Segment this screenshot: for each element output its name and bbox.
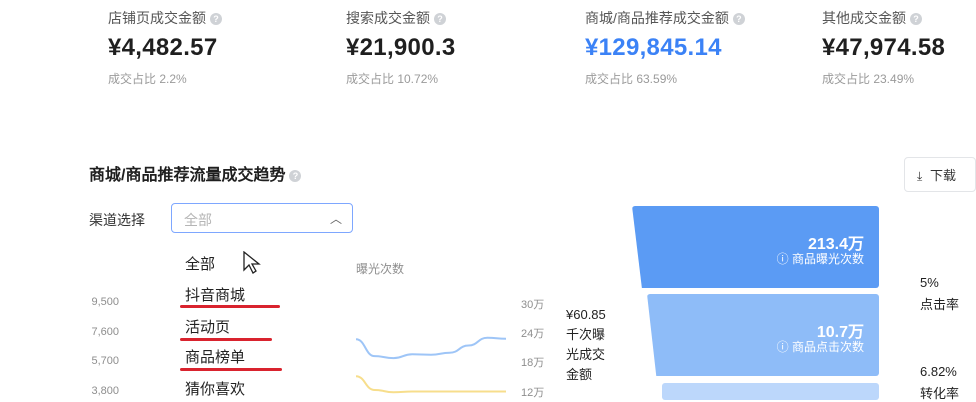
metric-label: 千次曝光成交金额 — [566, 327, 606, 382]
stat-label: 搜索成交金额 — [346, 10, 430, 26]
stat-card-store: 店铺页成交金额? ¥4,482.57 成交占比 2.2% — [108, 8, 222, 87]
funnel-stage-exposure[interactable]: 213.4万 ⓘ 商品曝光次数 — [632, 206, 879, 288]
y-tick-right: 18万 — [521, 357, 545, 369]
funnel-stage-click[interactable]: 10.7万 ⓘ 商品点击次数 — [647, 294, 879, 376]
metric-value: ¥60.85 — [566, 307, 606, 322]
trend-chart — [355, 336, 507, 394]
y-tick-left: 7,600 — [91, 326, 119, 338]
stat-label: 店铺页成交金额 — [108, 10, 206, 26]
stat-share: 成交占比 63.59% — [585, 72, 678, 86]
stat-value: ¥129,845.14 — [585, 34, 722, 61]
dropdown-option[interactable]: 猜你喜欢 — [185, 378, 245, 399]
download-icon: ⤓ — [917, 169, 923, 183]
rate-label: 点击率 — [920, 297, 960, 312]
channel-select-placeholder: 全部 — [184, 212, 212, 228]
dropdown-option[interactable]: 全部 — [185, 253, 215, 274]
dropdown-option[interactable]: 活动页 — [185, 316, 230, 337]
annotation-underline — [180, 338, 272, 341]
info-icon: ⓘ — [776, 340, 792, 354]
y-tick-left: 9,500 — [91, 296, 119, 308]
rate-label: 转化率 — [920, 386, 960, 401]
info-icon: ⓘ — [776, 252, 792, 266]
dropdown-option[interactable]: 商品榜单 — [185, 346, 245, 367]
help-icon[interactable]: ? — [210, 13, 222, 26]
stat-value: ¥4,482.57 — [108, 34, 218, 61]
funnel-stage-next — [662, 383, 879, 400]
stat-share: 成交占比 23.49% — [822, 72, 915, 86]
help-icon[interactable]: ? — [910, 13, 922, 26]
section-title: 商城/商品推荐流量成交趋势 — [89, 167, 286, 184]
line-series-exposure — [355, 336, 507, 360]
section-header: 商城/商品推荐流量成交趋势? — [89, 161, 302, 185]
stat-card-search: 搜索成交金额? ¥21,900.3 成交占比 10.72% — [346, 8, 455, 87]
rate-value: 5% — [920, 275, 939, 290]
dropdown-option[interactable]: 抖音商城 — [185, 284, 245, 305]
y-tick-left: 3,800 — [91, 385, 119, 397]
channel-label: 渠道选择 — [89, 212, 145, 228]
help-icon[interactable]: ? — [732, 13, 745, 26]
funnel-label: ⓘ 商品曝光次数 — [776, 252, 864, 266]
stat-card-other: 其他成交金额? ¥47,974.58 成交占比 23.49% — [822, 8, 945, 87]
help-icon[interactable]: ? — [289, 169, 302, 182]
series-label: 曝光次数 — [356, 262, 405, 276]
y-tick-left: 5,700 — [91, 355, 119, 367]
stat-value: ¥21,900.3 — [346, 34, 456, 61]
channel-select[interactable]: 全部 ︿ — [171, 203, 353, 233]
line-series-secondary — [355, 375, 507, 394]
y-tick-right: 12万 — [521, 387, 545, 399]
annotation-underline — [180, 368, 282, 371]
download-button[interactable]: ⤓ 下载 — [904, 157, 976, 192]
mouse-cursor-icon — [243, 251, 261, 274]
stat-value: ¥47,974.58 — [822, 34, 946, 61]
annotation-underline — [180, 305, 280, 308]
stat-card-mall: 商城/商品推荐成交金额? ¥129,845.14 成交占比 63.59% — [585, 8, 745, 87]
stat-share: 成交占比 10.72% — [346, 72, 439, 86]
rate-value: 6.82% — [920, 364, 957, 379]
funnel-label: ⓘ 商品点击次数 — [776, 340, 864, 354]
stat-label: 其他成交金额 — [822, 10, 906, 26]
y-tick-right: 30万 — [521, 299, 545, 311]
y-tick-right: 24万 — [521, 328, 545, 340]
chevron-up-icon: ︿ — [329, 212, 342, 226]
stat-share: 成交占比 2.2% — [108, 72, 187, 86]
download-label: 下载 — [929, 168, 956, 183]
stat-label: 商城/商品推荐成交金额 — [585, 10, 729, 26]
help-icon[interactable]: ? — [434, 13, 446, 26]
